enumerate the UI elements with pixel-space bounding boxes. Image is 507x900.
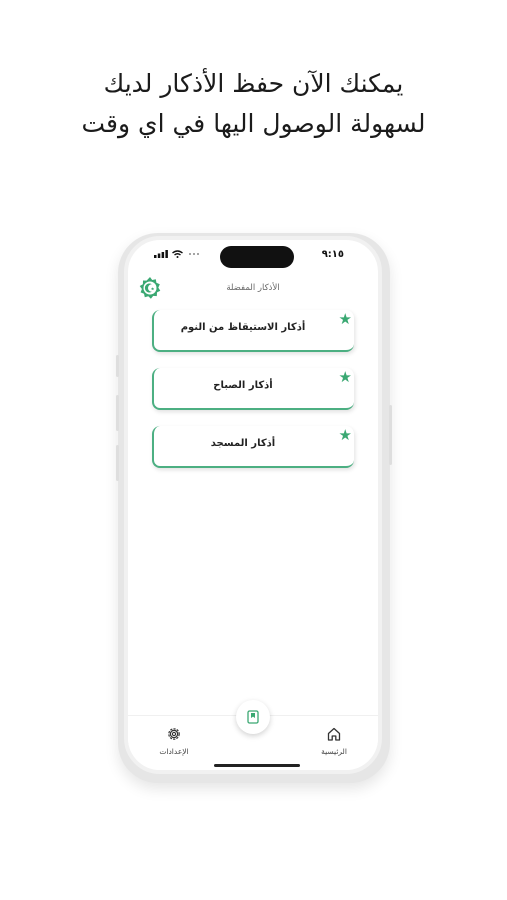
nav-label-home: الرئيسية — [321, 747, 347, 756]
home-indicator[interactable] — [214, 764, 300, 767]
favorite-card[interactable]: ★ أذكار الاستيقاظ من النوم — [152, 310, 354, 352]
promo-headline-line2: لسهولة الوصول اليها في اي وقت — [81, 109, 426, 138]
gear-icon — [168, 728, 180, 740]
favorite-card-label: أذكار الاستيقاظ من النوم — [180, 322, 306, 333]
nav-item-settings[interactable]: الإعدادات — [144, 726, 204, 756]
status-time: ٩:١٥ — [321, 249, 344, 260]
favorites-list: ★ أذكار الاستيقاظ من النوم ★ أذكار الصبا… — [152, 310, 354, 484]
star-icon[interactable]: ★ — [339, 427, 352, 443]
phone-side-button — [116, 395, 119, 431]
page-title: الأذكار المفضلة — [226, 283, 280, 293]
promo-headline-line1: يمكنك الآن حفظ الأذكار لديك — [103, 69, 404, 98]
bookmark-icon — [247, 710, 259, 724]
phone-side-button — [389, 405, 392, 465]
favorite-card-label: أذكار الصباح — [213, 380, 273, 391]
phone-side-button — [116, 445, 119, 481]
battery-icon — [189, 253, 199, 255]
favorite-card[interactable]: ★ أذكار المسجد — [152, 426, 354, 468]
signal-icon — [154, 250, 168, 258]
bottom-navigation: الإعدادات الرئيسية — [128, 700, 378, 770]
nav-item-home[interactable]: الرئيسية — [304, 726, 364, 756]
favorites-fab-button[interactable] — [236, 700, 270, 734]
dynamic-island — [220, 246, 294, 268]
status-icons — [154, 250, 203, 258]
star-icon[interactable]: ★ — [339, 369, 352, 385]
favorite-card-label: أذكار المسجد — [210, 438, 276, 449]
favorite-card[interactable]: ★ أذكار الصباح — [152, 368, 354, 410]
promo-headline: يمكنك الآن حفظ الأذكار لديك لسهولة الوصو… — [0, 64, 507, 144]
star-icon[interactable]: ★ — [339, 311, 352, 327]
wifi-icon — [172, 250, 183, 258]
home-icon — [327, 727, 341, 741]
phone-screen: ٩:١٥ الأذكار المفضلة ★ أذكار الاستيقاظ م… — [124, 236, 382, 774]
nav-label-settings: الإعدادات — [159, 747, 189, 756]
phone-side-button — [116, 355, 119, 377]
